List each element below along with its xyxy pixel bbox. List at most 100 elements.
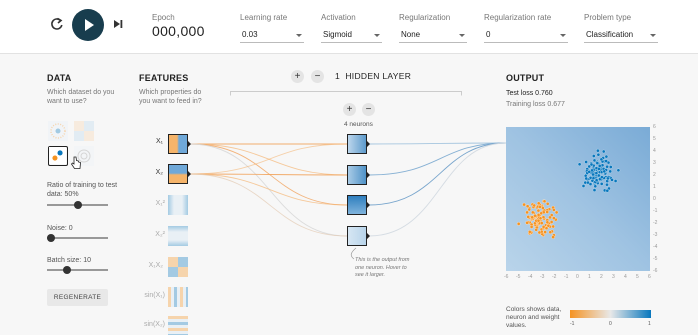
data-point xyxy=(601,149,606,154)
data-point xyxy=(594,171,599,175)
y-axis-tick: -3 xyxy=(653,232,658,238)
data-point xyxy=(599,182,604,186)
y-axis-tick: 1 xyxy=(653,184,656,190)
output-plot xyxy=(506,127,650,271)
y-axis-tick: -2 xyxy=(653,220,658,226)
data-point xyxy=(605,164,609,169)
y-axis-tick: 6 xyxy=(653,124,656,130)
data-point xyxy=(530,215,534,220)
data-point xyxy=(525,204,530,208)
y-axis-tick: -6 xyxy=(653,268,658,274)
data-point xyxy=(545,210,549,214)
legend-tick-min: -1 xyxy=(570,321,575,327)
hidden-neuron-4[interactable] xyxy=(347,226,367,246)
data-point xyxy=(525,210,529,215)
data-point xyxy=(548,230,553,234)
data-point xyxy=(527,207,532,212)
data-point xyxy=(602,169,607,174)
x-axis-tick: 1 xyxy=(588,274,591,280)
data-point xyxy=(581,184,586,188)
data-point xyxy=(584,160,588,164)
data-point xyxy=(588,182,593,186)
data-point xyxy=(534,228,538,232)
x-axis-tick: -6 xyxy=(504,274,509,280)
y-axis-tick: 2 xyxy=(653,172,656,178)
x-axis-tick: 4 xyxy=(624,274,627,280)
x-axis-tick: 5 xyxy=(636,274,639,280)
output-y-axis: 6 5 4 3 2 1 0 -1 -2 -3 -4 -5 -6 xyxy=(653,124,661,274)
y-axis-tick: 4 xyxy=(653,148,656,154)
data-point xyxy=(540,221,544,225)
data-point xyxy=(552,208,556,212)
data-point xyxy=(551,235,555,239)
output-section-title: OUTPUT xyxy=(506,73,545,83)
data-point xyxy=(528,230,532,234)
neuron-heatmap xyxy=(348,166,366,184)
data-point xyxy=(516,222,521,226)
data-point xyxy=(522,202,526,207)
data-point xyxy=(606,176,610,181)
x-axis-tick: -4 xyxy=(528,274,533,280)
data-point xyxy=(592,188,597,192)
data-point xyxy=(610,178,614,182)
output-x-axis: -6 -5 -4 -3 -2 -1 0 1 2 3 4 5 6 xyxy=(503,274,653,282)
feature-output-markers xyxy=(188,141,191,177)
data-point xyxy=(539,211,543,216)
data-point xyxy=(591,176,596,180)
data-point xyxy=(541,206,545,210)
data-point xyxy=(593,184,598,189)
data-point xyxy=(543,230,547,234)
data-point xyxy=(548,215,552,220)
x-axis-tick: 6 xyxy=(648,274,651,280)
data-point xyxy=(613,179,618,183)
data-point xyxy=(542,199,547,204)
data-point xyxy=(597,173,601,178)
data-point xyxy=(589,162,594,167)
data-point xyxy=(605,182,609,187)
data-point xyxy=(587,170,591,174)
data-point xyxy=(604,154,609,159)
data-point xyxy=(616,168,621,173)
data-point xyxy=(597,164,602,168)
data-point xyxy=(577,162,582,167)
neuron-hover-note: This is the output from one neuron. Hove… xyxy=(355,257,410,278)
data-point xyxy=(529,225,534,229)
data-point xyxy=(541,215,546,219)
data-point xyxy=(604,159,608,163)
neuron-output-markers xyxy=(367,141,370,239)
data-point xyxy=(545,202,550,206)
data-point xyxy=(554,210,559,215)
data-point xyxy=(608,169,612,174)
data-point xyxy=(531,210,535,215)
data-point xyxy=(588,176,593,180)
hidden-neuron-2[interactable] xyxy=(347,165,367,185)
data-point xyxy=(596,152,601,157)
y-axis-tick: -4 xyxy=(653,244,658,250)
data-point xyxy=(537,230,542,235)
data-point xyxy=(605,188,610,193)
y-axis-tick: -1 xyxy=(653,208,658,214)
color-legend-bar xyxy=(570,310,651,318)
output-heatmap[interactable] xyxy=(506,127,650,271)
hidden-neuron-1[interactable] xyxy=(347,134,367,154)
training-loss: Training loss 0.677 xyxy=(506,101,565,108)
data-point xyxy=(595,161,600,165)
data-point xyxy=(549,220,554,224)
y-axis-tick: 5 xyxy=(653,136,656,142)
data-point xyxy=(609,165,613,169)
data-point xyxy=(536,201,541,206)
color-legend-text: Colors shows data, neuron and weight val… xyxy=(506,306,562,329)
neuron-heatmap xyxy=(348,196,366,214)
neuron-heatmap xyxy=(348,135,366,153)
data-point xyxy=(594,178,599,182)
neuron-heatmap xyxy=(348,227,366,245)
legend-tick-mid: 0 xyxy=(609,321,612,327)
data-point xyxy=(597,167,601,171)
data-point xyxy=(526,215,530,219)
x-axis-tick: -5 xyxy=(516,274,521,280)
x-axis-tick: -1 xyxy=(564,274,569,280)
hidden-neuron-3[interactable] xyxy=(347,195,367,215)
x-axis-tick: -3 xyxy=(540,274,545,280)
data-point xyxy=(551,224,555,229)
data-point xyxy=(596,148,600,153)
